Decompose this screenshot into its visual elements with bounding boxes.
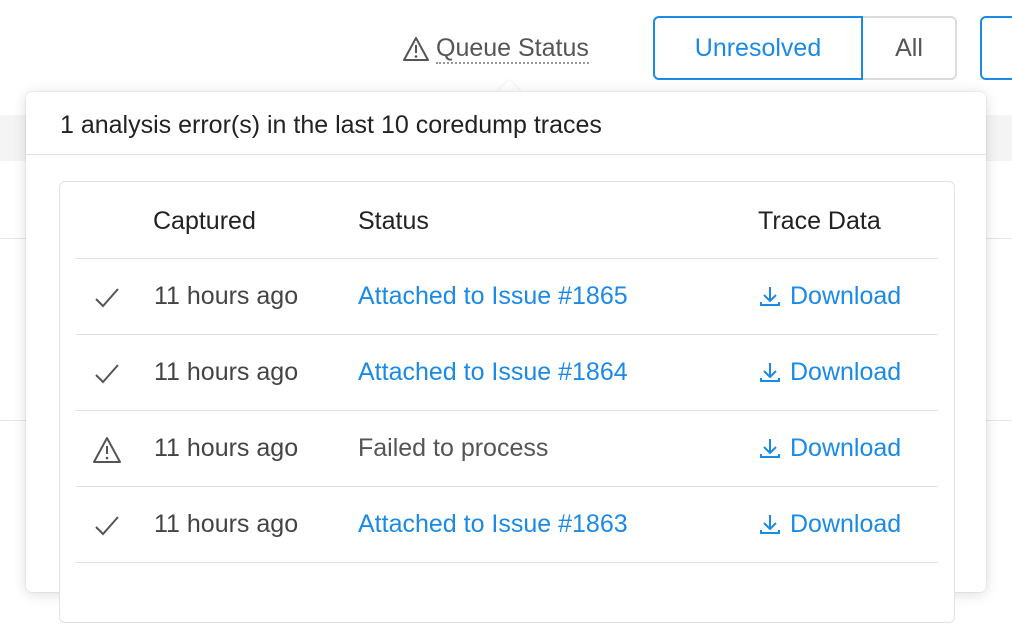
download-link[interactable]: Download [758,281,901,311]
download-link[interactable]: Download [758,357,901,387]
download-link[interactable]: Download [758,509,901,539]
traces-table: Captured Status Trace Data 11 hours ago … [59,181,955,623]
queue-status-popover: 1 analysis error(s) in the last 10 cored… [26,92,986,623]
offscreen-button[interactable] [980,16,1012,80]
download-label: Download [790,510,902,538]
warning-icon [403,37,429,61]
table-row [76,562,938,639]
popover-title: 1 analysis error(s) in the last 10 cored… [60,111,602,139]
download-icon [760,287,780,306]
queue-status-label: Queue Status [436,34,589,64]
download-icon [760,363,780,382]
queue-status-toggle[interactable]: Queue Status [402,32,589,66]
check-icon [95,288,119,308]
filter-unresolved-button[interactable]: Unresolved [653,16,863,80]
issue-link[interactable]: Attached to Issue #1863 [358,509,628,539]
download-label: Download [790,282,902,310]
captured-time: 11 hours ago [154,282,299,310]
issue-link[interactable]: Attached to Issue #1864 [358,357,628,387]
column-header-captured: Captured [153,207,256,235]
status-text: Failed to process [358,434,549,462]
column-header-status: Status [358,207,429,235]
filter-all-button[interactable]: All [863,16,957,80]
table-row: 11 hours ago Attached to Issue #1865 Dow… [76,258,938,335]
table-row: 11 hours ago Attached to Issue #1863 Dow… [76,486,938,563]
captured-time: 11 hours ago [154,434,299,462]
table-row: 11 hours ago Attached to Issue #1864 Dow… [76,334,938,411]
column-header-trace-data: Trace Data [758,207,881,235]
check-icon [95,364,119,384]
download-icon [760,515,780,534]
table-row: 11 hours ago Failed to process Download [76,410,938,487]
check-icon [95,516,119,536]
popover-divider [26,154,986,155]
filter-segmented-control: Unresolved All [653,16,957,80]
captured-time: 11 hours ago [154,358,299,386]
warning-icon [93,437,121,463]
download-icon [760,439,780,458]
download-link[interactable]: Download [758,433,901,463]
download-label: Download [790,358,902,386]
captured-time: 11 hours ago [154,510,299,538]
issue-link[interactable]: Attached to Issue #1865 [358,281,628,311]
download-label: Download [790,434,902,462]
